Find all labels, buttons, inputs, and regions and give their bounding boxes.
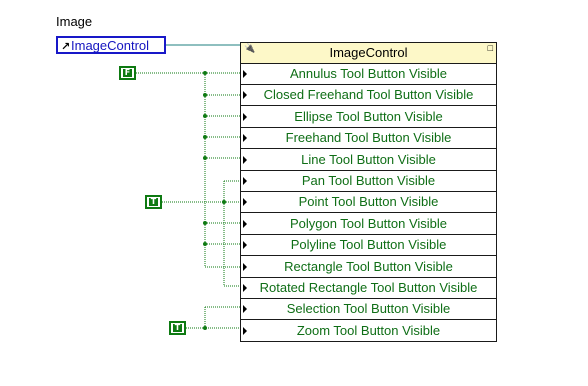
input-arrow-icon [243,177,247,185]
property-label: Rectangle Tool Button Visible [284,258,453,274]
true-constant-1-value: T [149,197,158,206]
property-row[interactable]: Zoom Tool Button Visible [241,321,496,342]
property-row[interactable]: Freehand Tool Button Visible [241,128,496,150]
property-label: Pan Tool Button Visible [301,173,436,188]
input-arrow-icon [243,326,247,335]
input-arrow-icon [243,198,247,207]
reference-out-icon: □ [487,43,493,53]
input-arrow-icon [243,91,247,100]
input-arrow-icon [243,155,247,164]
property-label: Annulus Tool Button Visible [289,66,448,81]
false-constant-wire [136,72,240,268]
property-label: Polygon Tool Button Visible [289,215,448,231]
property-row[interactable]: Ellipse Tool Button Visible [241,107,496,128]
property-row[interactable]: Annulus Tool Button Visible [241,64,496,85]
true-constant-wire-selection-zoom [186,306,240,329]
input-arrow-icon [243,112,247,121]
property-node-title: ImageControl [329,45,408,60]
property-row[interactable]: Polygon Tool Button Visible [241,214,496,235]
input-arrow-icon [243,262,247,271]
property-label: Zoom Tool Button Visible [296,322,441,338]
property-label: Polyline Tool Button Visible [290,237,447,253]
true-constant-1[interactable]: T [145,195,162,209]
input-arrow-icon [243,219,247,228]
false-constant-value: F [123,68,132,77]
property-label: Selection Tool Button Visible [286,301,451,317]
property-label: Freehand Tool Button Visible [285,130,452,146]
input-arrow-icon [243,70,247,78]
property-label: Point Tool Button Visible [298,194,439,210]
reference-in-icon: 🔌 [244,43,256,53]
input-arrow-icon [243,241,247,250]
input-arrow-icon [243,284,247,292]
property-node-header[interactable]: 🔌 ImageControl □ [241,43,496,64]
property-label: Ellipse Tool Button Visible [294,108,443,124]
true-constant-2-value: T [173,323,182,332]
false-constant[interactable]: F [119,66,136,80]
property-label: Closed Freehand Tool Button Visible [263,87,474,103]
wire-junctions [203,71,226,330]
property-label: Rotated Rectangle Tool Button Visible [259,280,478,295]
true-constant-2[interactable]: T [169,321,186,335]
property-row[interactable]: Rotated Rectangle Tool Button Visible [241,278,496,299]
property-row[interactable]: Line Tool Button Visible [241,150,496,171]
property-node[interactable]: 🔌 ImageControl □ Annulus Tool Button Vis… [240,42,497,342]
input-arrow-icon [243,305,247,314]
true-constant-wire-pan-point [162,180,240,287]
property-row[interactable]: Pan Tool Button Visible [241,171,496,192]
property-label: Line Tool Button Visible [301,151,436,167]
property-row[interactable]: Point Tool Button Visible [241,192,496,214]
input-arrow-icon [243,134,247,143]
property-row[interactable]: Selection Tool Button Visible [241,299,496,321]
property-row[interactable]: Closed Freehand Tool Button Visible [241,85,496,107]
property-row[interactable]: Rectangle Tool Button Visible [241,257,496,278]
property-row[interactable]: Polyline Tool Button Visible [241,235,496,257]
